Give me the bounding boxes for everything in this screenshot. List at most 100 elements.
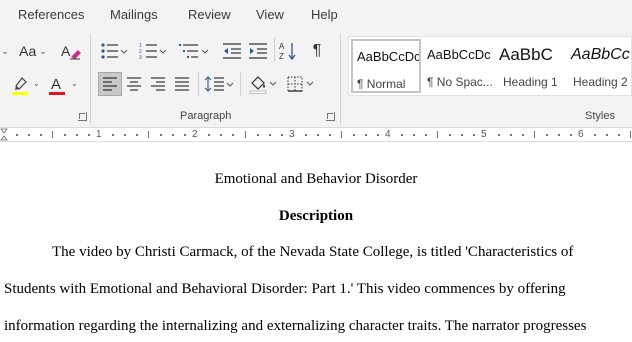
ruler-dot bbox=[353, 134, 355, 136]
ruler-dot bbox=[449, 134, 451, 136]
ruler-half-tick bbox=[630, 131, 631, 138]
ruler-number: 5 bbox=[481, 129, 487, 140]
ruler-dot bbox=[461, 134, 463, 136]
svg-text:Z: Z bbox=[279, 52, 284, 61]
ruler-dot bbox=[64, 134, 66, 136]
align-center-icon bbox=[127, 77, 141, 91]
ruler-dot bbox=[594, 134, 596, 136]
align-right-icon bbox=[151, 77, 165, 91]
tab-view[interactable]: View bbox=[256, 7, 284, 22]
ribbon-tab-bar: References Mailings Review View Help bbox=[0, 0, 632, 30]
paragraph-row-separator bbox=[274, 38, 275, 62]
ruler-half-tick bbox=[148, 131, 149, 138]
ruler-half-tick bbox=[437, 131, 438, 138]
borders-icon bbox=[287, 76, 314, 92]
clear-formatting-button[interactable]: A bbox=[58, 39, 84, 63]
ruler-dot bbox=[522, 134, 524, 136]
ruler-dot bbox=[425, 134, 427, 136]
pilcrow-icon: ¶ bbox=[312, 42, 322, 59]
tab-review[interactable]: Review bbox=[188, 7, 231, 22]
line-spacing-icon bbox=[204, 76, 234, 92]
style-normal-name: ¶ Normal bbox=[357, 77, 406, 91]
ruler-dot bbox=[546, 134, 548, 136]
body-line: The video by Christi Carmack, of the Nev… bbox=[52, 244, 574, 260]
align-left-icon bbox=[103, 77, 117, 91]
ruler-dot bbox=[365, 134, 367, 136]
justify-icon bbox=[175, 77, 189, 91]
style-heading-1[interactable]: AaBbC Heading 1 bbox=[495, 39, 565, 93]
ruler-dot bbox=[606, 134, 608, 136]
styles-group-label: Styles bbox=[585, 110, 615, 122]
font-size-button[interactable]: Aa ⌄ bbox=[16, 39, 50, 63]
font-dialog-launcher-icon[interactable] bbox=[78, 112, 87, 121]
ruler-dot bbox=[232, 134, 234, 136]
ruler-dot bbox=[377, 134, 379, 136]
ruler-dot bbox=[281, 134, 283, 136]
ruler-half-tick bbox=[245, 131, 246, 138]
tab-references[interactable]: References bbox=[18, 7, 84, 22]
font-color-caret-icon[interactable]: ⌄ bbox=[71, 79, 78, 88]
ruler-dot bbox=[305, 134, 307, 136]
style-no-spacing[interactable]: AaBbCcDc ¶ No Spac... bbox=[423, 39, 493, 93]
style-heading-2[interactable]: AaBbCc Heading 2 bbox=[567, 39, 632, 93]
body-line: information regarding the internalizing … bbox=[4, 318, 587, 334]
ruler-dot bbox=[136, 134, 138, 136]
sort-button[interactable]: A Z bbox=[278, 39, 298, 63]
document-page[interactable]: Emotional and Behavior Disorder Descript… bbox=[0, 143, 632, 342]
show-formatting-button[interactable]: ¶ bbox=[307, 39, 327, 63]
ruler-dot bbox=[498, 134, 500, 136]
svg-text:3: 3 bbox=[139, 55, 142, 60]
ruler-dot bbox=[160, 134, 162, 136]
multilevel-list-icon bbox=[179, 44, 209, 58]
bullets-button[interactable] bbox=[98, 39, 130, 63]
style-normal-preview: AaBbCcDc bbox=[357, 49, 421, 64]
document-heading: Description bbox=[278, 208, 354, 224]
line-spacing-button[interactable] bbox=[202, 72, 236, 96]
ruler-dot bbox=[40, 134, 42, 136]
numbering-button[interactable]: 1 2 3 bbox=[137, 39, 169, 63]
ruler-number: 3 bbox=[289, 129, 295, 140]
horizontal-ruler[interactable]: 1 2 3 4 5 6 bbox=[0, 128, 632, 142]
align-right-button[interactable] bbox=[146, 72, 170, 96]
style-heading-1-name: Heading 1 bbox=[503, 75, 558, 89]
align-left-button[interactable] bbox=[98, 72, 122, 96]
paragraph-row2-separator-2 bbox=[240, 72, 241, 96]
font-group-overflow-caret[interactable]: ⌄ bbox=[0, 39, 10, 63]
ruler-number: 6 bbox=[578, 129, 584, 140]
decrease-indent-button[interactable] bbox=[220, 39, 244, 63]
highlight-caret-icon[interactable]: ⌄ bbox=[33, 79, 40, 88]
ruler-dot bbox=[208, 134, 210, 136]
svg-text:A: A bbox=[279, 42, 285, 51]
style-heading-2-name: Heading 2 bbox=[573, 75, 628, 89]
highlight-button[interactable] bbox=[8, 73, 32, 97]
ruler-dot bbox=[329, 134, 331, 136]
style-heading-1-preview: AaBbC bbox=[499, 45, 553, 64]
font-color-button[interactable]: A bbox=[45, 73, 69, 97]
ruler-dot bbox=[76, 134, 78, 136]
style-heading-2-preview: AaBbCc bbox=[571, 46, 630, 63]
ruler-dot bbox=[413, 134, 415, 136]
ruler-dot bbox=[558, 134, 560, 136]
paragraph-group-label: Paragraph bbox=[180, 110, 232, 122]
ruler-number: 4 bbox=[385, 129, 391, 140]
body-line: Students with Emotional and Behavioral D… bbox=[4, 281, 566, 297]
borders-button[interactable] bbox=[284, 72, 318, 96]
center-button[interactable] bbox=[122, 72, 146, 96]
multilevel-list-button[interactable] bbox=[176, 39, 212, 63]
style-normal[interactable]: AaBbCcDc ¶ Normal bbox=[351, 39, 421, 93]
indent-marker-icon bbox=[0, 128, 8, 141]
increase-indent-button[interactable] bbox=[246, 39, 270, 63]
tab-help[interactable]: Help bbox=[311, 7, 338, 22]
shading-button[interactable] bbox=[246, 72, 280, 96]
group-separator-2 bbox=[340, 34, 341, 124]
styles-gallery: AaBbCcDc ¶ Normal AaBbCcDc ¶ No Spac... … bbox=[348, 36, 632, 96]
ruler-number: 2 bbox=[192, 129, 198, 140]
tab-mailings[interactable]: Mailings bbox=[110, 7, 158, 22]
ruler-half-tick bbox=[52, 131, 53, 138]
ruler-dot bbox=[317, 134, 319, 136]
ruler-number: 1 bbox=[96, 129, 102, 140]
paragraph-dialog-launcher-icon[interactable] bbox=[326, 112, 335, 121]
font-size-label: Aa bbox=[19, 43, 37, 59]
justify-button[interactable] bbox=[170, 72, 194, 96]
ruler-dot bbox=[28, 134, 30, 136]
